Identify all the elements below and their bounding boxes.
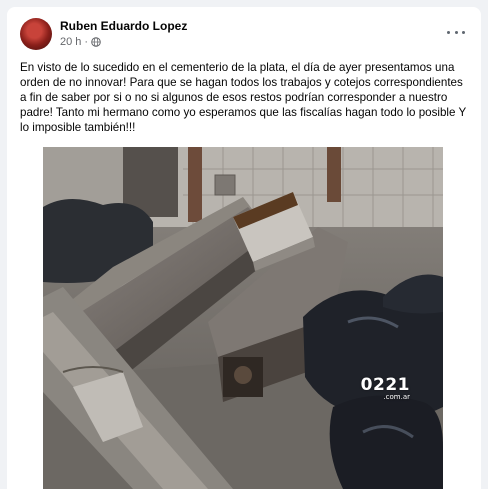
post-photo[interactable]: 0221 .com.ar: [43, 147, 443, 489]
watermark-text: 0221: [360, 375, 410, 395]
author-avatar[interactable]: [20, 18, 52, 50]
source-watermark: 0221 .com.ar: [361, 376, 410, 401]
post-text: En visto de lo sucedido en el cementerio…: [20, 61, 466, 134]
post-time[interactable]: 20 h: [60, 36, 81, 48]
author-name[interactable]: Ruben Eduardo Lopez: [60, 19, 187, 33]
more-options-icon[interactable]: [447, 27, 465, 37]
meta-separator: ·: [84, 36, 89, 48]
post-meta: 20 h ·: [60, 36, 101, 48]
post-header: Ruben Eduardo Lopez 20 h ·: [20, 17, 481, 51]
facebook-post: Ruben Eduardo Lopez 20 h · En visto de l…: [7, 7, 481, 489]
globe-icon[interactable]: [91, 37, 101, 47]
